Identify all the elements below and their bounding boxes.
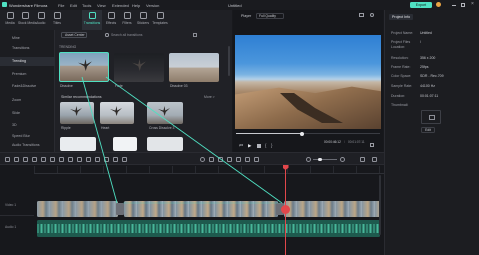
- drag-guide-line: [105, 76, 283, 204]
- drag-guide-line: [81, 76, 118, 204]
- drag-guide-overlay: [81, 76, 283, 204]
